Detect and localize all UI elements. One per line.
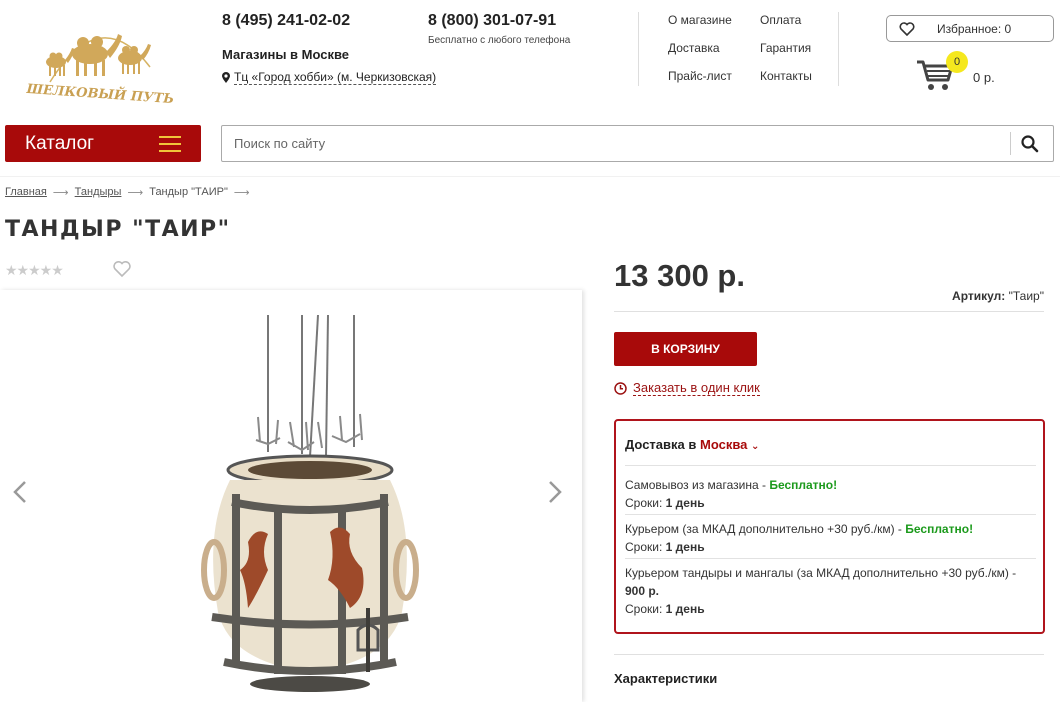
delivery-option-price: Бесплатно! [769,478,838,492]
sku-label: Артикул: [952,289,1006,303]
nav-pricelist[interactable]: Прайс-лист [668,69,732,83]
breadcrumb-tandoors[interactable]: Тандыры [75,186,122,199]
product-sku: Артикул: "Таир" [952,289,1044,303]
search-icon[interactable] [1018,134,1042,154]
delivery-term-label: Сроки: [625,540,666,554]
delivery-term-label: Сроки: [625,496,666,510]
phone-main[interactable]: 8 (495) 241-02-02 [222,12,350,30]
delivery-term: 1 день [665,540,705,554]
delivery-option: Самовывоз из магазина - Бесплатно! Сроки… [625,476,1036,512]
catalog-label: Каталог [25,132,95,154]
clock-icon [614,381,627,395]
delivery-option: Курьером (за МКАД дополнительно +30 руб.… [625,520,1036,556]
delivery-city-select[interactable]: Москва [700,437,747,452]
nav-about[interactable]: О магазине [668,13,732,27]
store-address[interactable]: Тц «Город хобби» (м. Черкизовская) [222,70,437,85]
header-divider [838,12,839,86]
divider [614,311,1044,312]
delivery-option-text: Курьером (за МКАД дополнительно +30 руб.… [625,522,906,536]
page-title: ТАНДЫР "ТАИР" [5,217,231,242]
characteristics-heading[interactable]: Характеристики [614,671,717,686]
delivery-option: Курьером тандыры и мангалы (за МКАД допо… [625,564,1036,618]
delivery-heading: Доставка в Москва ⌄ [625,437,759,452]
stores-label: Магазины в Москве [222,47,350,62]
menu-icon [159,135,181,152]
breadcrumb-arrow-icon: ⟶ [52,187,69,199]
favorites-label: Избранное: 0 [937,21,1012,36]
sku-value: "Таир" [1008,289,1044,303]
product-price: 13 300 р. [614,258,745,293]
breadcrumb-current: Тандыр "ТАИР" [149,186,228,198]
product-image[interactable] [190,312,430,702]
nav-delivery[interactable]: Доставка [668,41,720,55]
search-divider [1010,132,1011,155]
breadcrumb-arrow-icon: ⟶ [233,187,250,199]
store-address-link[interactable]: Тц «Город хобби» (м. Черкизовская) [234,70,437,85]
logo[interactable]: ШЕЛКОВЫЙ ПУТЬ [20,12,180,104]
delivery-term-label: Сроки: [625,602,666,616]
delivery-divider [625,514,1036,515]
gallery-prev-arrow-icon[interactable] [12,480,28,504]
search-bar [221,125,1054,162]
one-click-order-link[interactable]: Заказать в один клик [614,380,760,396]
delivery-box: Доставка в Москва ⌄ Самовывоз из магазин… [614,419,1045,634]
delivery-divider [625,465,1036,466]
delivery-term: 1 день [665,602,705,616]
cart-sum[interactable]: 0 р. [973,70,995,85]
nav-warranty[interactable]: Гарантия [760,41,811,55]
cart-count-badge: 0 [946,51,968,73]
heart-icon [899,21,915,36]
delivery-option-price: Бесплатно! [905,522,974,536]
delivery-heading-prefix: Доставка в [625,437,697,452]
gallery-next-arrow-icon[interactable] [547,480,563,504]
breadcrumb-arrow-icon: ⟶ [127,187,144,199]
chevron-down-icon[interactable]: ⌄ [751,441,759,452]
one-click-order-label: Заказать в один клик [633,380,760,396]
map-pin-icon [222,72,230,83]
breadcrumb-home[interactable]: Главная [5,186,47,199]
delivery-divider [625,558,1036,559]
delivery-option-text: Самовывоз из магазина - [625,478,770,492]
nav-contacts[interactable]: Контакты [760,69,812,83]
nav-payment[interactable]: Оплата [760,13,801,27]
delivery-option-text: Курьером тандыры и мангалы (за МКАД допо… [625,566,1017,580]
search-input[interactable] [222,126,1002,161]
add-to-cart-button[interactable]: В КОРЗИНУ [614,332,757,366]
add-to-favorites-heart-icon[interactable] [112,260,132,278]
header-divider [638,12,639,86]
breadcrumb: Главная ⟶ Тандыры ⟶ Тандыр "ТАИР" ⟶ [5,186,250,199]
header-separator [0,176,1060,177]
favorites-button[interactable]: Избранное: 0 [886,15,1054,42]
phone-free[interactable]: 8 (800) 301-07-91 [428,12,556,30]
rating-stars[interactable]: ★★★★★ [5,262,64,279]
delivery-term: 1 день [665,496,705,510]
svg-text:ШЕЛКОВЫЙ ПУТЬ: ШЕЛКОВЫЙ ПУТЬ [25,80,175,104]
phone-free-note: Бесплатно с любого телефона [428,35,571,46]
delivery-option-price: 900 р. [625,584,660,598]
catalog-button[interactable]: Каталог [5,125,201,162]
divider [614,654,1044,655]
